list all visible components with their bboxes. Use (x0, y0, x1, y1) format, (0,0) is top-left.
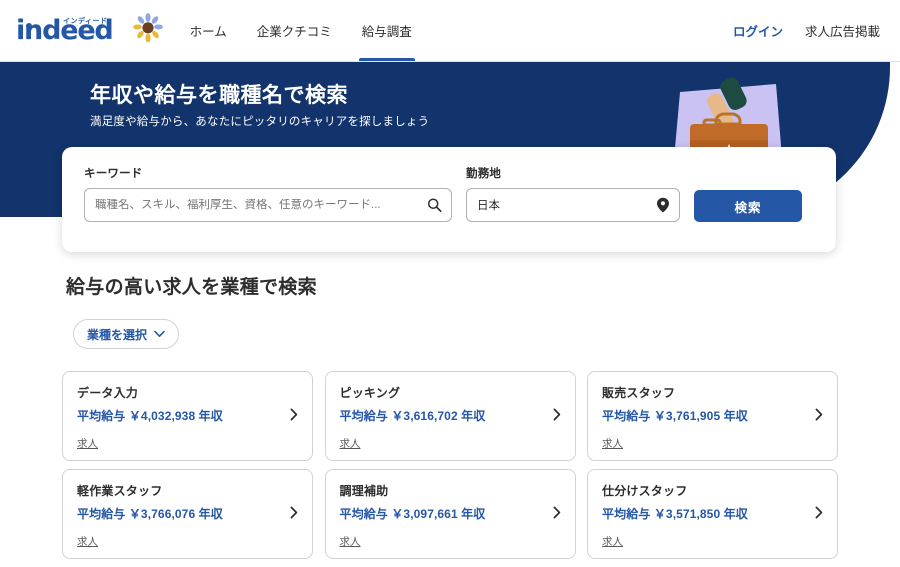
logo-kana-label: インディード (63, 18, 108, 25)
chevron-right-icon (290, 408, 298, 421)
chevron-right-icon (553, 408, 561, 421)
login-link[interactable]: ログイン (733, 21, 783, 40)
location-input[interactable] (477, 199, 649, 211)
sunflower-icon (132, 13, 163, 48)
chevron-right-icon (815, 506, 823, 519)
job-salary: 平均給与 ￥3,571,850 年収 (602, 507, 748, 521)
job-card[interactable]: データ入力 平均給与 ￥4,032,938 年収 求人 (62, 371, 313, 461)
job-salary: 平均給与 ￥3,616,702 年収 (339, 409, 486, 423)
job-postings-link[interactable]: 求人 (340, 536, 361, 548)
logo-dot-icon (26, 23, 32, 29)
keyword-input-box[interactable] (84, 188, 452, 222)
job-card[interactable]: 販売スタッフ 平均給与 ￥3,761,905 年収 求人 (587, 371, 838, 461)
job-card[interactable]: ピッキング 平均給与 ￥3,616,702 年収 求人 (324, 371, 576, 461)
nav-item-company-reviews[interactable]: 企業クチコミ (244, 0, 345, 61)
job-postings-link[interactable]: 求人 (602, 536, 623, 548)
search-input[interactable] (95, 199, 421, 211)
hero-subtitle: 満足度や給与から、あなたにピッタリのキャリアを探しましょう (90, 116, 430, 129)
location-input-box[interactable] (466, 188, 680, 222)
search-submit-button[interactable]: 検索 (694, 190, 802, 222)
industry-select-button[interactable]: 業種を選択 (73, 319, 180, 349)
site-header: インディード indeed ホーム 企業クチコミ 給与調査 ログイン 求人広告掲… (0, 0, 900, 62)
keyword-label: キーワード (84, 168, 143, 180)
map-pin-icon[interactable] (656, 197, 670, 213)
indeed-logo[interactable]: インディード indeed (16, 17, 114, 44)
chevron-right-icon (815, 408, 823, 421)
location-field-group: 勤務地 (466, 165, 680, 222)
job-postings-link[interactable]: 求人 (77, 536, 98, 548)
job-cards-grid: データ入力 平均給与 ￥4,032,938 年収 求人 ピッキング 平均給与 ￥… (62, 371, 838, 559)
header-actions: ログイン 求人広告掲載 (733, 21, 882, 40)
nav-item-salary-survey[interactable]: 給与調査 (349, 0, 425, 61)
hero-section: 年収や給与を職種名で検索 満足度や給与から、あなたにピッタリのキャリアを探しまし… (0, 62, 900, 262)
chevron-right-icon (290, 506, 298, 519)
job-title: 仕分けスタッフ (602, 484, 688, 498)
job-title: 軽作業スタッフ (77, 484, 163, 498)
job-card[interactable]: 仕分けスタッフ 平均給与 ￥3,571,850 年収 求人 (587, 469, 838, 559)
salary-search-card: キーワード 勤務地 (62, 147, 836, 252)
industry-select-label: 業種を選択 (87, 327, 148, 342)
search-icon[interactable] (427, 198, 442, 213)
job-card[interactable]: 調理補助 平均給与 ￥3,097,661 年収 求人 (324, 469, 576, 559)
location-label: 勤務地 (466, 168, 502, 180)
main-content: 給与の高い求人を業種で検索 業種を選択 データ入力 平均給与 ￥4,032,93… (0, 272, 900, 559)
chevron-down-icon (154, 327, 165, 341)
section-title: 給与の高い求人を業種で検索 (66, 277, 317, 298)
job-salary: 平均給与 ￥3,766,076 年収 (77, 507, 223, 521)
job-salary: 平均給与 ￥3,097,661 年収 (339, 507, 486, 521)
job-salary: 平均給与 ￥4,032,938 年収 (77, 409, 223, 423)
keyword-field-group: キーワード (84, 165, 452, 222)
main-navigation: ホーム 企業クチコミ 給与調査 (177, 0, 425, 61)
job-title: ピッキング (339, 386, 401, 400)
hero-title: 年収や給与を職種名で検索 (90, 84, 348, 107)
post-job-link[interactable]: 求人広告掲載 (805, 21, 880, 40)
job-title: 販売スタッフ (602, 386, 676, 400)
job-salary: 平均給与 ￥3,761,905 年収 (602, 409, 748, 423)
job-title: 調理補助 (339, 484, 389, 498)
job-postings-link[interactable]: 求人 (602, 438, 623, 450)
job-postings-link[interactable]: 求人 (77, 438, 98, 450)
job-postings-link[interactable]: 求人 (340, 438, 361, 450)
job-card[interactable]: 軽作業スタッフ 平均給与 ￥3,766,076 年収 求人 (62, 469, 313, 559)
chevron-right-icon (553, 506, 561, 519)
nav-item-home[interactable]: ホーム (177, 0, 240, 61)
job-title: データ入力 (77, 386, 139, 400)
hero-text-block: 年収や給与を職種名で検索 満足度や給与から、あなたにピッタリのキャリアを探しまし… (90, 84, 429, 130)
